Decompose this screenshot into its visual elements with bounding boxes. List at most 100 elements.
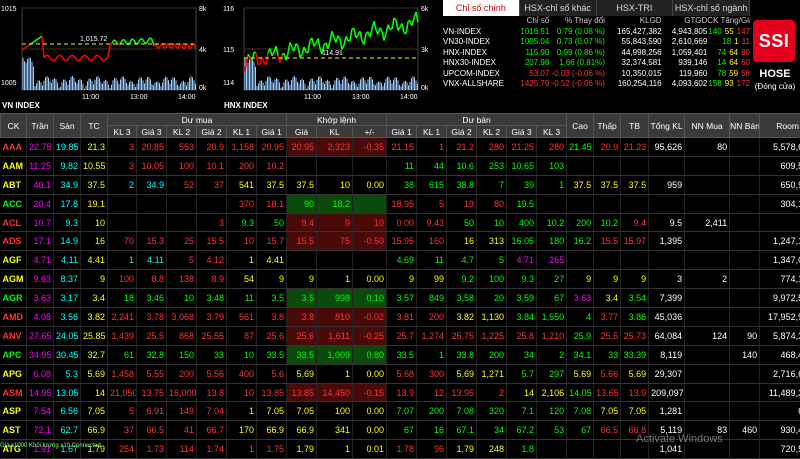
col-sell-vol2[interactable]: KL 2: [477, 126, 507, 138]
col-buy-vol3[interactable]: KL 3: [108, 126, 137, 138]
cell-1: 4.08: [27, 308, 54, 327]
cell-25: 9,972,536: [760, 289, 800, 308]
col-foreign-buy[interactable]: NN Mua: [685, 114, 730, 138]
col-floor[interactable]: Sàn: [54, 114, 81, 138]
tab-hsx-sector[interactable]: HSX-chỉ số ngành: [673, 0, 750, 16]
cell-15: 10.6: [447, 156, 477, 175]
cell-25: 1,247,137: [760, 232, 800, 251]
table-row[interactable]: ACC20.417.819.137018.19018.218.955198019…: [1, 194, 800, 213]
index-row[interactable]: VN30-INDEX1005.040.73 (0.07 %)55,843,590…: [443, 37, 750, 48]
index-updown: 18111: [707, 37, 750, 48]
cell-2: 4.11: [54, 251, 81, 270]
table-row[interactable]: ACL10.79.31039.3509.49100.009.4350104001…: [1, 213, 800, 232]
table-row[interactable]: APG6.085.35.691,4585.552005.564005.65.69…: [1, 364, 800, 383]
cell-15: 3.58: [447, 289, 477, 308]
col-total-vol[interactable]: Tổng KL: [649, 114, 685, 138]
cell-15: 4.7: [447, 251, 477, 270]
col-buy-vol2[interactable]: KL 2: [167, 126, 197, 138]
cell-10: 13.85: [287, 383, 317, 402]
cell-22: 3: [649, 270, 685, 289]
tab-hsx-tri[interactable]: HSX-TRI: [597, 0, 674, 16]
col-ck[interactable]: CK: [1, 114, 27, 138]
cell-3: 25.85: [81, 326, 108, 345]
table-row[interactable]: AGR3.633.173.4183.46103.48113.53.59980.1…: [1, 289, 800, 308]
cell-22: 95,626: [649, 138, 685, 157]
col-room[interactable]: Room: [760, 114, 800, 138]
col-foreign-sell[interactable]: NN Bán: [730, 114, 760, 138]
cell-19: [567, 194, 594, 213]
cell-24: [730, 156, 760, 175]
col-high[interactable]: Cao: [567, 114, 594, 138]
cell-10: 3.5: [287, 289, 317, 308]
col-buy-price1[interactable]: Giá 1: [257, 126, 287, 138]
cell-0: AAA: [1, 138, 27, 157]
cell-5: 10.05: [137, 156, 167, 175]
index-row[interactable]: HNX30-INDEX207.981.66 (0.81%)32,374,5819…: [443, 58, 750, 69]
ref-count: 64: [729, 48, 738, 57]
col-sell-price3[interactable]: Giá 3: [507, 126, 537, 138]
table-row[interactable]: ASM14.9513.051421,05013.7516,00013.81013…: [1, 383, 800, 402]
table-row[interactable]: ASP7.546.567.0556.911497.0417.057.051000…: [1, 402, 800, 421]
col-match-price[interactable]: Giá: [287, 126, 317, 138]
col-sell-vol3[interactable]: KL 3: [537, 126, 567, 138]
table-row[interactable]: AAA22.7519.8521.3320.8555320.91,15820.95…: [1, 138, 800, 157]
down-count: 58: [741, 69, 750, 78]
cell-22: 45,036: [649, 308, 685, 327]
up-count: 14: [717, 58, 726, 67]
col-low[interactable]: Thấp: [594, 114, 621, 138]
index-change: 1.66 (0.81%): [549, 58, 607, 69]
col-match-change[interactable]: +/-: [353, 126, 387, 138]
table-row[interactable]: ANV27.6524.0525.851,43925.586825.558725.…: [1, 326, 800, 345]
cell-10: 15.5: [287, 232, 317, 251]
index-change: -0.03 (-0.06 %): [549, 69, 607, 80]
cell-19: [567, 251, 594, 270]
index-row[interactable]: HNX-INDEX115.900.99 (0.86 %)44,998,2561,…: [443, 48, 750, 59]
table-row[interactable]: AGF4.714.114.4114.1154.1214.414.69114.75…: [1, 251, 800, 270]
cell-24: [730, 194, 760, 213]
col-index: Chỉ số: [511, 16, 550, 27]
price-line: [34, 40, 36, 41]
table-row[interactable]: AAM11.259.8210.55310.0510010.120010.2114…: [1, 156, 800, 175]
col-avg[interactable]: TB: [621, 114, 649, 138]
cell-7: 15.5: [197, 232, 227, 251]
index-row[interactable]: VN-INDEX1016.510.79 (0.08 %)165,427,3824…: [443, 27, 750, 38]
table-row[interactable]: AMD4.083.563.822,2413.783,0683.795613.83…: [1, 308, 800, 327]
col-ceil[interactable]: Trần: [27, 114, 54, 138]
price-line: [78, 60, 80, 61]
cell-15: 19: [447, 194, 477, 213]
cell-17: 34: [507, 345, 537, 364]
tab-hsx-other[interactable]: HSX-chỉ số khác: [520, 0, 597, 16]
index-row[interactable]: UPCOM-INDEX53.07-0.03 (-0.06 %)10,350,01…: [443, 69, 750, 80]
up-count: 18: [722, 37, 731, 46]
cell-25: 5,578,689: [760, 138, 800, 157]
chart-title: HNX INDEX: [224, 101, 268, 110]
cell-3: 3.4: [81, 289, 108, 308]
index-value: 1425.79: [511, 79, 550, 90]
table-row[interactable]: ADS17.114.9167015.32515.51015.715.575-0.…: [1, 232, 800, 251]
cell-19: 9: [567, 270, 594, 289]
cell-17: 21.25: [507, 138, 537, 157]
col-sell-vol1[interactable]: KL 1: [417, 126, 447, 138]
cell-11: 1: [317, 270, 353, 289]
col-buy-price2[interactable]: Giá 2: [197, 126, 227, 138]
col-ref[interactable]: TC: [81, 114, 108, 138]
table-row[interactable]: APC34.9530.4532.76132.8150331033.533.51,…: [1, 345, 800, 364]
index-name: VNX-ALLSHARE: [443, 79, 511, 90]
cell-6: 100: [167, 156, 197, 175]
cell-12: 0.00: [353, 364, 387, 383]
x-axis-label: 11:00: [304, 94, 321, 101]
index-row[interactable]: VNX-ALLSHARE1425.79-0.52 (-0.06 %)160,25…: [443, 79, 750, 90]
col-name: [443, 16, 511, 27]
col-match-vol[interactable]: KL: [317, 126, 353, 138]
cell-6: 10: [167, 289, 197, 308]
table-row[interactable]: AGM9.638.3791008.81388.9549910.009999.21…: [1, 270, 800, 289]
cell-9: 66.9: [257, 421, 287, 440]
table-row[interactable]: ABT40.134.937.5234.9523754137.537.5100.0…: [1, 175, 800, 194]
col-sell-price2[interactable]: Giá 2: [447, 126, 477, 138]
col-sell-price1[interactable]: Giá 1: [387, 126, 417, 138]
cell-0: AMD: [1, 308, 27, 327]
tab-main-indexes[interactable]: Chỉ số chính: [443, 0, 520, 16]
col-buy-vol1[interactable]: KL 1: [227, 126, 257, 138]
cell-5: 66.5: [137, 421, 167, 440]
col-buy-price3[interactable]: Giá 3: [137, 126, 167, 138]
